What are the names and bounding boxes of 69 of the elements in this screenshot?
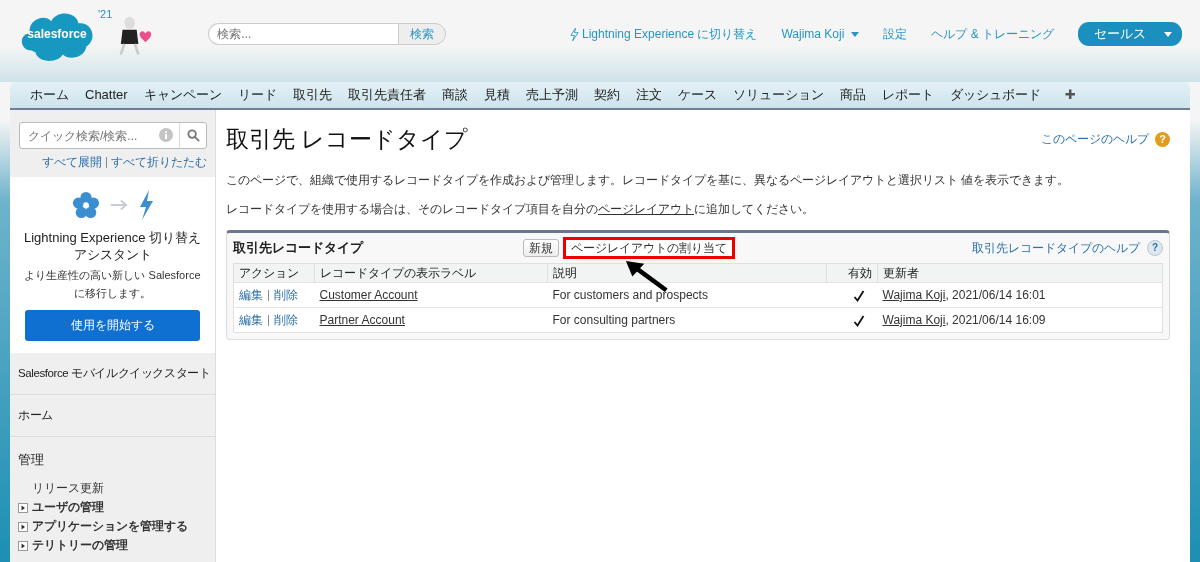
nav-tab[interactable]: 商品 <box>831 82 874 108</box>
help-icon: ? <box>1147 240 1163 256</box>
nav-tab[interactable]: 取引先責任者 <box>339 82 434 108</box>
nav-tab[interactable]: 契約 <box>585 82 628 108</box>
expand-icon[interactable] <box>18 540 28 551</box>
nav-tab[interactable]: 売上予測 <box>517 82 586 108</box>
search-field[interactable]: 検索... <box>208 23 399 45</box>
table-cell: , 2021/06/14 16:01 <box>945 288 1046 302</box>
tree-item[interactable]: ユーザの管理 <box>32 499 104 516</box>
nav-tab[interactable]: ホーム <box>22 82 77 108</box>
add-tab[interactable]: ✚ <box>1056 82 1084 108</box>
page-title: 取引先 レコードタイプ <box>226 125 469 154</box>
list-title: 取引先レコードタイプ <box>233 239 365 257</box>
expand-icon[interactable] <box>18 502 28 513</box>
expand-icon[interactable] <box>18 521 28 532</box>
quick-search-field[interactable]: クイック検索/検索... <box>19 122 207 149</box>
delete-link[interactable]: 削除 <box>274 287 298 302</box>
nav-tab[interactable]: 見積 <box>475 82 518 108</box>
nav-tab[interactable]: 取引先 <box>284 82 340 108</box>
collapse-all-link[interactable]: すべて折りたたむ <box>111 154 207 171</box>
edit-link[interactable]: 編集 <box>239 312 263 327</box>
info-icon <box>159 128 173 142</box>
record-type-link[interactable]: Partner Account <box>319 313 405 327</box>
tree-item[interactable]: テリトリーの管理 <box>32 537 128 554</box>
section-title: 管理 <box>18 451 45 469</box>
edit-link[interactable]: 編集 <box>239 287 263 302</box>
lightning-icon <box>570 27 579 41</box>
nav-tab[interactable]: Chatter <box>77 82 136 108</box>
nav-tab[interactable]: ダッシュボード <box>941 82 1049 108</box>
tree-item[interactable]: アプリケーションを管理する <box>32 518 188 535</box>
page-layout-link[interactable]: ページレイアウト <box>598 202 694 216</box>
nav-tab[interactable]: 商談 <box>433 82 476 108</box>
column-header: レコードタイプの表示ラベル <box>314 263 548 283</box>
year-label: '21 <box>98 8 113 20</box>
search-icon[interactable] <box>187 129 200 142</box>
nav-tab[interactable]: ケース <box>669 82 725 108</box>
nav-tab[interactable]: レポート <box>873 82 942 108</box>
delete-link[interactable]: 削除 <box>274 312 298 327</box>
expand-all-link[interactable]: すべて展開 <box>42 154 102 171</box>
arrow-icon <box>109 199 128 211</box>
nav-tab[interactable]: リード <box>229 82 285 108</box>
table-cell: For customers and prospects <box>552 288 708 302</box>
note-text: レコードタイプを使用する場合は、そのレコードタイプ項目を自分のページレイアウト に追加してください。 <box>226 201 815 218</box>
flower-icon <box>71 191 100 219</box>
tree-item[interactable]: リリース更新 <box>18 480 104 497</box>
caret-icon <box>851 31 860 37</box>
start-button[interactable]: 使用を開始する <box>25 310 200 341</box>
nav-tab[interactable]: ソリューション <box>724 82 832 108</box>
table-cell: For consulting partners <box>552 313 676 327</box>
help-link[interactable]: 取引先レコードタイプのヘルプ <box>972 239 1140 257</box>
list-button[interactable]: 新規 <box>523 239 559 257</box>
column-header: 説明 <box>547 263 827 283</box>
help-icon: ? <box>1155 132 1170 147</box>
record-type-link[interactable]: Customer Account <box>319 288 418 302</box>
column-header: アクション <box>233 263 315 283</box>
nav-tab[interactable]: 注文 <box>627 82 670 108</box>
sidebar-item[interactable]: Salesforce モバイルクイックスタート <box>10 353 215 395</box>
promo-title: Lightning Experience 切り替えアシスタント <box>23 229 202 263</box>
app-menu[interactable]: セールス <box>1078 22 1182 46</box>
column-header: 更新者 <box>877 263 1163 283</box>
caret-icon <box>1164 31 1172 37</box>
sidebar-item[interactable]: ホーム <box>10 395 215 437</box>
nav-tab[interactable]: キャンペーン <box>135 82 230 108</box>
column-header: 有効 <box>826 263 878 283</box>
lightning-icon <box>137 190 154 220</box>
help-link[interactable]: このページのヘルプ <box>1041 131 1149 148</box>
description-text: このページで、組織で使用するレコードタイプを作成および管理します。レコードタイプを基に、異なるページレイアウトと選択リスト 値を表示できます。 <box>226 172 1071 189</box>
promo-text: より生産性の高い新しい Salesforce に移行します。 <box>23 268 202 301</box>
table-cell: , 2021/06/14 16:09 <box>945 313 1046 327</box>
